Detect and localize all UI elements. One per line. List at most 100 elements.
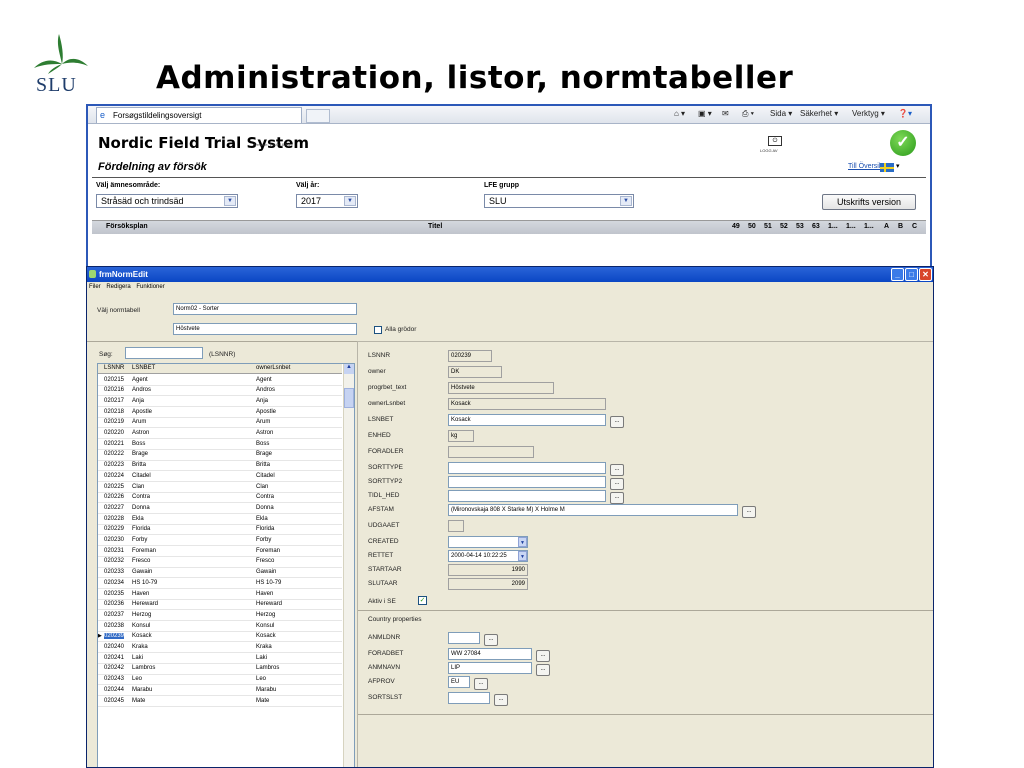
- col-a[interactable]: A: [884, 223, 889, 230]
- field-afprov[interactable]: EU: [448, 676, 470, 688]
- col-lsnbet[interactable]: LSNBET: [132, 365, 155, 371]
- overview-link[interactable]: Till Översikt: [848, 163, 884, 170]
- list-item[interactable]: 020243 Leo Leo: [98, 675, 342, 686]
- list-item[interactable]: 020227 Donna Donna: [98, 503, 342, 515]
- list-item[interactable]: 020228 Ekla Ekla: [98, 514, 342, 525]
- col-plan[interactable]: Försöksplan: [106, 223, 148, 230]
- maximize-icon[interactable]: □: [905, 268, 918, 281]
- list-item[interactable]: 020242 Lambros Lambros: [98, 664, 342, 675]
- list-item[interactable]: 020224 Citadel Citadel: [98, 471, 342, 482]
- field-sortslst[interactable]: [448, 692, 490, 704]
- year-dropdown[interactable]: 2017 ▼: [296, 194, 358, 208]
- list-item[interactable]: 020216 Andros Andros: [98, 386, 342, 397]
- list-item[interactable]: 020225 Clan Clan: [98, 482, 342, 493]
- page-menu[interactable]: Sida ▾: [770, 109, 792, 118]
- flag-dropdown-icon[interactable]: ▾: [896, 162, 900, 170]
- list-item[interactable]: 020221 Boss Boss: [98, 439, 342, 450]
- lookup-button[interactable]: ...: [610, 464, 624, 476]
- field-lsnbet[interactable]: Kosack: [448, 414, 606, 426]
- logout-label[interactable]: LOGG AV: [760, 148, 778, 153]
- col-c[interactable]: C: [912, 223, 917, 230]
- menu-file[interactable]: Filer: [89, 284, 101, 290]
- list-item[interactable]: 020220 Astron Astron: [98, 429, 342, 440]
- lookup-button[interactable]: ...: [610, 492, 624, 504]
- aktiv-checkbox[interactable]: ✓: [418, 596, 427, 605]
- list-item[interactable]: 020229 Florida Florida: [98, 525, 342, 536]
- all-crops-checkbox[interactable]: [374, 326, 382, 334]
- menu-edit[interactable]: Redigera: [106, 284, 130, 290]
- list-scrollbar[interactable]: ▲: [343, 364, 354, 767]
- list-item[interactable]: 020219 Arum Arum: [98, 418, 342, 429]
- col-title[interactable]: Titel: [428, 223, 442, 230]
- field-anmldnr[interactable]: [448, 632, 480, 644]
- lookup-button[interactable]: ...: [536, 664, 550, 676]
- crop-select[interactable]: Höstvete ▼: [173, 323, 357, 335]
- field-udgaaet[interactable]: [448, 520, 464, 532]
- list-item[interactable]: 020241 Laki Laki: [98, 653, 342, 664]
- field-ownerlsnbet[interactable]: Kosack: [448, 398, 606, 410]
- col-more[interactable]: 1...: [846, 223, 856, 230]
- list-item[interactable]: 020226 Contra Contra: [98, 493, 342, 504]
- new-tab-button[interactable]: [306, 109, 330, 123]
- list-item[interactable]: 020240 Kraka Kraka: [98, 643, 342, 654]
- field-startaar[interactable]: 1990: [448, 564, 528, 576]
- field-rettet[interactable]: 2000-04-14 10:22:25 ▼: [448, 550, 528, 562]
- field-enhed[interactable]: kg: [448, 430, 474, 442]
- field-progrbet_text[interactable]: Höstvete: [448, 382, 554, 394]
- scroll-up-icon[interactable]: ▲: [344, 364, 354, 374]
- col-week[interactable]: 52: [780, 223, 788, 230]
- list-item[interactable]: 020222 Brage Brage: [98, 450, 342, 461]
- minimize-icon[interactable]: _: [891, 268, 904, 281]
- logout-icon[interactable]: ⏻: [768, 136, 782, 146]
- list-item[interactable]: 020239 Kosack Kosack ▶: [98, 632, 342, 643]
- list-item[interactable]: 020236 Hereward Hereward: [98, 600, 342, 611]
- home-icon[interactable]: ⌂ ▾: [674, 109, 685, 118]
- col-week[interactable]: 49: [732, 223, 740, 230]
- list-item[interactable]: 020235 Haven Haven: [98, 589, 342, 600]
- lookup-button[interactable]: ...: [610, 478, 624, 490]
- safety-menu[interactable]: Säkerhet ▾: [800, 109, 838, 118]
- col-week[interactable]: 50: [748, 223, 756, 230]
- list-item[interactable]: 020223 Britta Britta: [98, 461, 342, 472]
- field-afstam[interactable]: (Mironovskaja 808 X Starke M) X Holme M: [448, 504, 738, 516]
- subject-dropdown[interactable]: Stråsäd och trindsäd ▼: [96, 194, 238, 208]
- menu-functions[interactable]: Funktioner: [136, 284, 164, 290]
- field-owner[interactable]: DK: [448, 366, 502, 378]
- list-item[interactable]: 020234 HS 10-79 HS 10-79: [98, 578, 342, 589]
- field-lsnnr[interactable]: 020239: [448, 350, 492, 362]
- help-icon[interactable]: ❓▾: [898, 109, 912, 118]
- scroll-thumb[interactable]: [344, 388, 354, 408]
- list-item[interactable]: 020244 Marabu Marabu: [98, 685, 342, 696]
- print-icon[interactable]: ⎙ ▾: [742, 109, 754, 119]
- list-item[interactable]: 020217 Anja Anja: [98, 396, 342, 408]
- field-anmnavn[interactable]: LIP: [448, 662, 532, 674]
- col-more[interactable]: 1...: [864, 223, 874, 230]
- window-titlebar[interactable]: frmNormEdit _ □ ✕: [87, 267, 933, 282]
- field-foradler[interactable]: [448, 446, 534, 458]
- list-item[interactable]: 020215 Agent Agent: [98, 375, 342, 386]
- col-b[interactable]: B: [898, 223, 903, 230]
- print-version-button[interactable]: Utskrifts version: [822, 194, 916, 210]
- field-tidl_hed[interactable]: [448, 490, 606, 502]
- lookup-button[interactable]: ...: [536, 650, 550, 662]
- field-slutaar[interactable]: 2099: [448, 578, 528, 590]
- list-item[interactable]: 020230 Forby Forby: [98, 536, 342, 547]
- normtable-select[interactable]: Norm02 - Sorter ▼: [173, 303, 357, 315]
- list-item[interactable]: 020218 Apostle Apostle: [98, 407, 342, 418]
- chevron-down-icon[interactable]: ▼: [518, 537, 527, 547]
- lookup-button[interactable]: ...: [474, 678, 488, 690]
- list-item[interactable]: 020232 Fresco Fresco: [98, 557, 342, 568]
- list-item[interactable]: 020231 Foreman Foreman: [98, 546, 342, 557]
- chevron-down-icon[interactable]: ▼: [518, 551, 527, 561]
- list-item[interactable]: 020238 Konsul Konsul: [98, 621, 342, 632]
- swedish-flag-icon[interactable]: [880, 163, 894, 172]
- lookup-button[interactable]: ...: [742, 506, 756, 518]
- field-sorttyp2[interactable]: [448, 476, 606, 488]
- col-week[interactable]: 53: [796, 223, 804, 230]
- list-item[interactable]: 020245 Mate Mate: [98, 696, 342, 707]
- col-week[interactable]: 63: [812, 223, 820, 230]
- col-owner[interactable]: ownerLsnbet: [256, 365, 290, 371]
- feeds-icon[interactable]: ▣ ▾: [698, 109, 712, 118]
- variety-list[interactable]: LSNNR LSNBET ownerLsnbet 020215 Agent Agen…: [97, 363, 355, 767]
- lookup-button[interactable]: ...: [610, 416, 624, 428]
